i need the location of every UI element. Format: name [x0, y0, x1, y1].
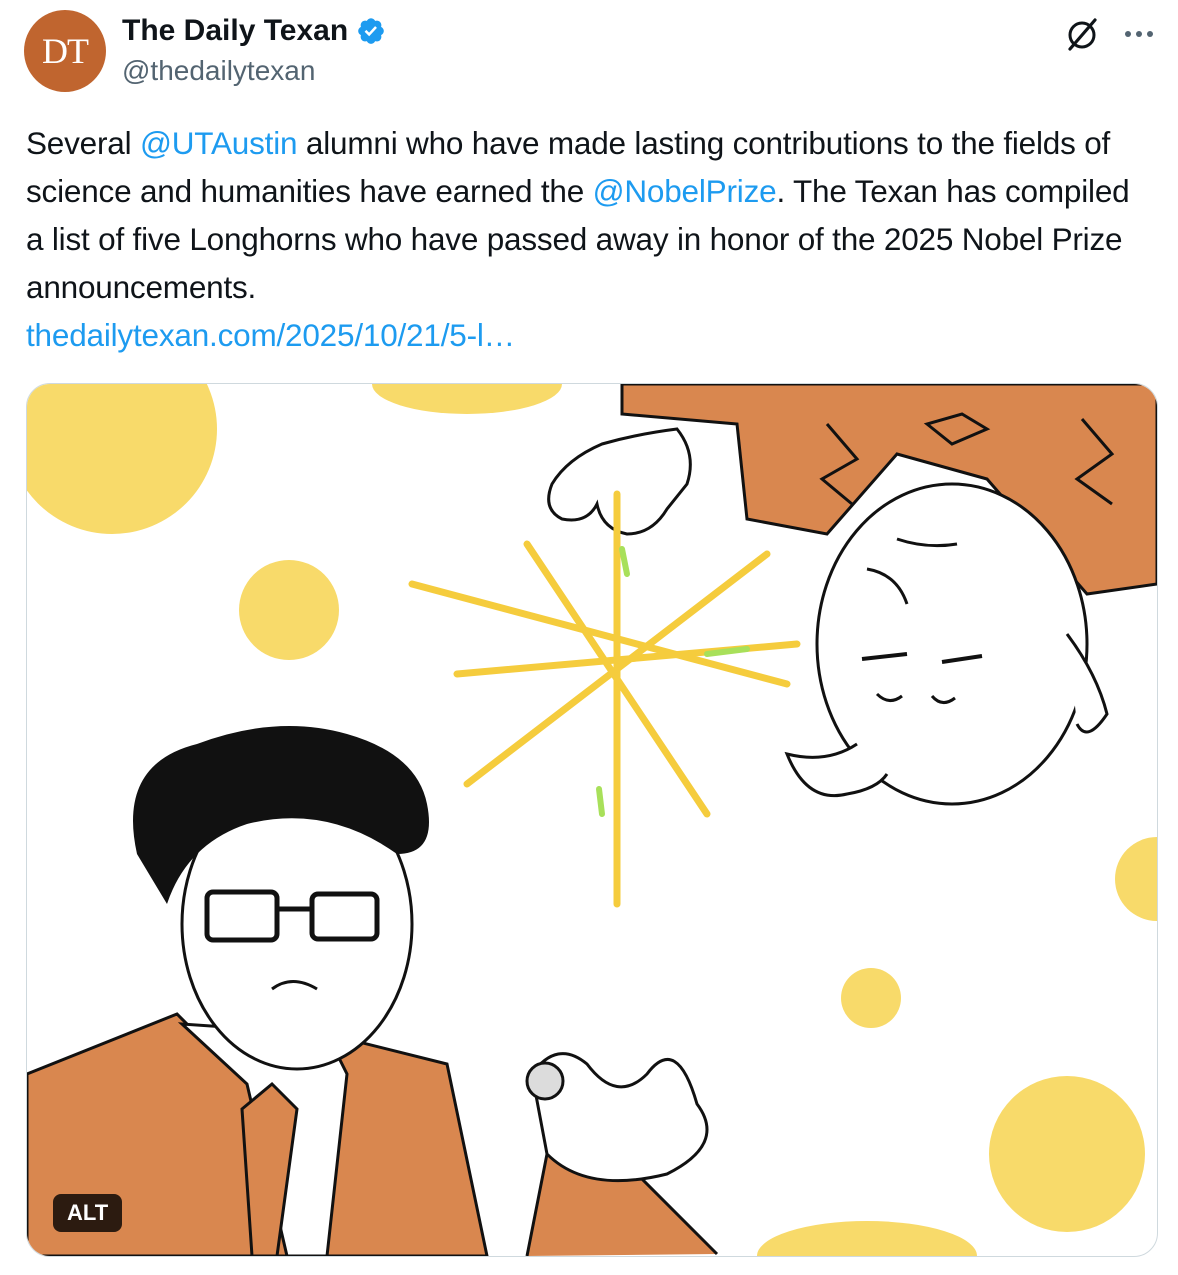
- avatar-logo-text: DT: [42, 31, 89, 71]
- yellow-dot: [27, 384, 217, 534]
- more-icon: [1125, 31, 1131, 37]
- more-button[interactable]: [1118, 14, 1160, 54]
- avatar[interactable]: DT: [24, 10, 106, 92]
- display-name[interactable]: The Daily Texan: [122, 12, 348, 50]
- author-handle[interactable]: @thedailytexan: [122, 52, 315, 90]
- coin-icon: [525, 1061, 565, 1101]
- grok-icon: [1068, 18, 1097, 51]
- mention-utaustin[interactable]: @UTAustin: [140, 125, 298, 161]
- tweet-text-segment: Several: [26, 125, 140, 161]
- author-name-row: The Daily Texan: [122, 12, 386, 50]
- verified-badge-icon: [358, 18, 384, 44]
- figure-upside-down: [547, 384, 1157, 806]
- mention-nobelprize[interactable]: @NobelPrize: [593, 173, 777, 209]
- illustration: [27, 384, 1157, 1256]
- yellow-dot: [989, 1076, 1145, 1232]
- sparkle-star: [408, 490, 801, 908]
- yellow-dot: [372, 384, 562, 414]
- article-link[interactable]: thedailytexan.com/2025/10/21/5-l…: [26, 317, 515, 353]
- grok-button[interactable]: [1062, 14, 1102, 54]
- yellow-dot: [841, 968, 901, 1028]
- yellow-dot: [239, 560, 339, 660]
- yellow-dot: [1115, 837, 1157, 921]
- tweet-image[interactable]: ALT: [26, 383, 1158, 1257]
- yellow-dot: [757, 1221, 977, 1256]
- alt-badge[interactable]: ALT: [53, 1194, 123, 1232]
- tweet-text: Several @UTAustin alumni who have made l…: [26, 119, 1146, 359]
